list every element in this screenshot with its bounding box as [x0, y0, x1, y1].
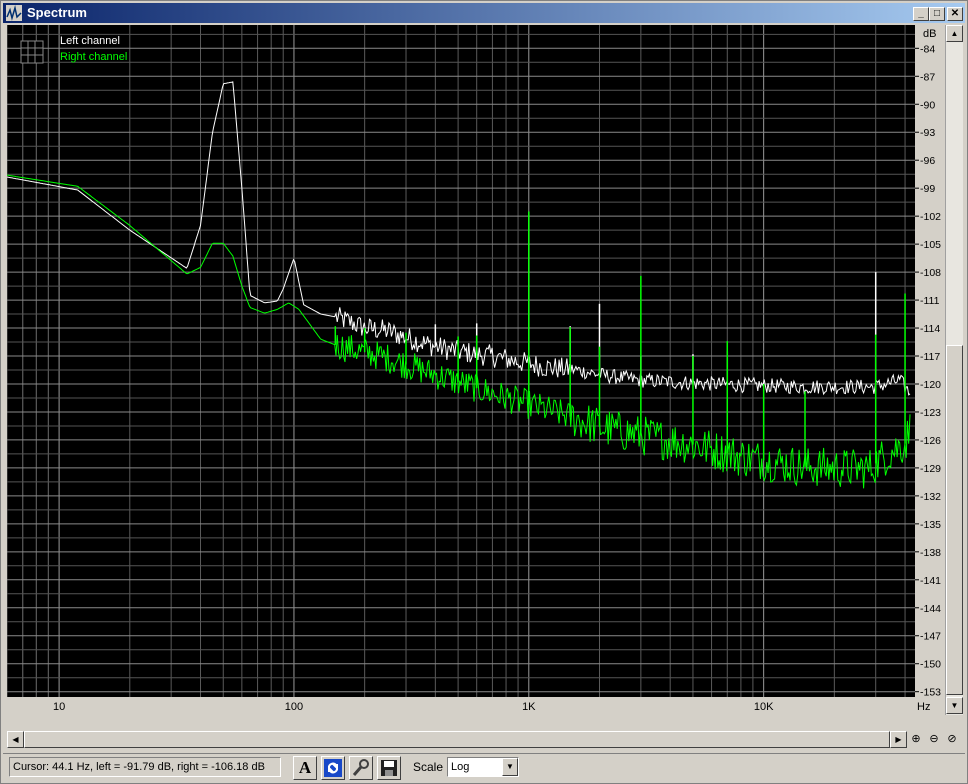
zoom-out-icon[interactable]: ⊖ [926, 731, 942, 748]
spectrum-app-icon [6, 5, 22, 21]
y-tick-label: -93 [920, 127, 935, 139]
spectrum-chart[interactable]: dB -84 -87 -90 -93 -96 -99 -102 -105 -108 -111 -114… [7, 25, 944, 715]
y-axis-label: dB [923, 28, 936, 40]
title-bar[interactable]: Spectrum _ □ ✕ [3, 3, 965, 23]
font-button[interactable]: A [293, 756, 317, 780]
plot-grid [7, 25, 944, 715]
x-tick-label: 10 [53, 701, 65, 713]
y-tick-label: -129 [920, 463, 941, 475]
y-tick-label: -99 [920, 183, 935, 195]
y-tick-label: -90 [920, 99, 935, 111]
scale-label: Scale [413, 760, 444, 774]
status-bar: Cursor: 44.1 Hz, left = -91.79 dB, right… [3, 753, 965, 782]
y-tick-label: -153 [920, 687, 941, 699]
x-tick-label: 100 [285, 701, 303, 713]
y-tick-label: -132 [920, 491, 941, 503]
y-tick-label: -96 [920, 155, 935, 167]
scroll-right-arrow[interactable]: ▶ [890, 731, 907, 748]
y-tick-label: -141 [920, 575, 941, 587]
scroll-up-arrow[interactable]: ▲ [946, 25, 963, 42]
minimize-button[interactable]: _ [913, 7, 929, 21]
y-tick-label: -144 [920, 603, 941, 615]
cursor-readout: Cursor: 44.1 Hz, left = -91.79 dB, right… [9, 757, 281, 777]
scale-dropdown[interactable]: Log ▼ [447, 757, 519, 777]
horizontal-scroll-thumb[interactable] [24, 731, 890, 748]
horizontal-scrollbar[interactable]: ◀ ▶ [7, 731, 907, 748]
x-tick-label: 10K [754, 701, 774, 713]
y-tick-label: -120 [920, 379, 941, 391]
y-tick-label: -117 [920, 351, 940, 363]
y-tick-label: -108 [920, 267, 941, 279]
maximize-button[interactable]: □ [929, 7, 945, 21]
x-tick-label: 1K [522, 701, 536, 713]
refresh-icon[interactable] [321, 756, 345, 780]
y-tick-label: -102 [920, 211, 941, 223]
settings-wrench-icon[interactable] [349, 756, 373, 780]
y-tick-label: -138 [920, 547, 941, 559]
y-tick-label: -135 [920, 519, 941, 531]
spectrum-window: Spectrum _ □ ✕ dB -84 -87 -90 -93 -96 -99 -102 -… [0, 0, 968, 784]
y-tick-label: -150 [920, 659, 941, 671]
save-disk-icon[interactable] [377, 756, 401, 780]
vertical-scroll-thumb[interactable] [946, 345, 963, 695]
close-button[interactable]: ✕ [947, 7, 963, 21]
x-axis-panel [7, 697, 915, 715]
zoom-fit-icon[interactable]: ⊘ [944, 731, 960, 748]
zoom-in-icon[interactable]: ⊕ [908, 731, 924, 748]
y-tick-label: -84 [920, 43, 935, 55]
x-axis-label: Hz [917, 701, 930, 713]
y-tick-label: -87 [920, 71, 935, 83]
y-tick-label: -105 [920, 239, 941, 251]
legend [20, 40, 44, 64]
legend-left-channel: Left channel [60, 35, 120, 47]
y-tick-label: -123 [920, 407, 941, 419]
window-title: Spectrum [27, 5, 87, 20]
legend-grid-icon [20, 40, 44, 64]
scroll-left-arrow[interactable]: ◀ [7, 731, 24, 748]
y-tick-label: -114 [920, 323, 940, 335]
y-tick-label: -147 [920, 631, 941, 643]
spectrum-plot[interactable]: dB -84 -87 -90 -93 -96 -99 -102 -105 -108 -111 -114… [7, 25, 944, 715]
legend-right-channel: Right channel [60, 51, 128, 63]
scale-dropdown-value: Log [451, 761, 470, 773]
vertical-scrollbar[interactable]: ▲ ▼ [945, 25, 963, 715]
chevron-down-icon[interactable]: ▼ [502, 758, 518, 776]
scroll-down-arrow[interactable]: ▼ [946, 697, 963, 714]
y-tick-label: -111 [920, 295, 940, 307]
y-tick-label: -126 [920, 435, 941, 447]
